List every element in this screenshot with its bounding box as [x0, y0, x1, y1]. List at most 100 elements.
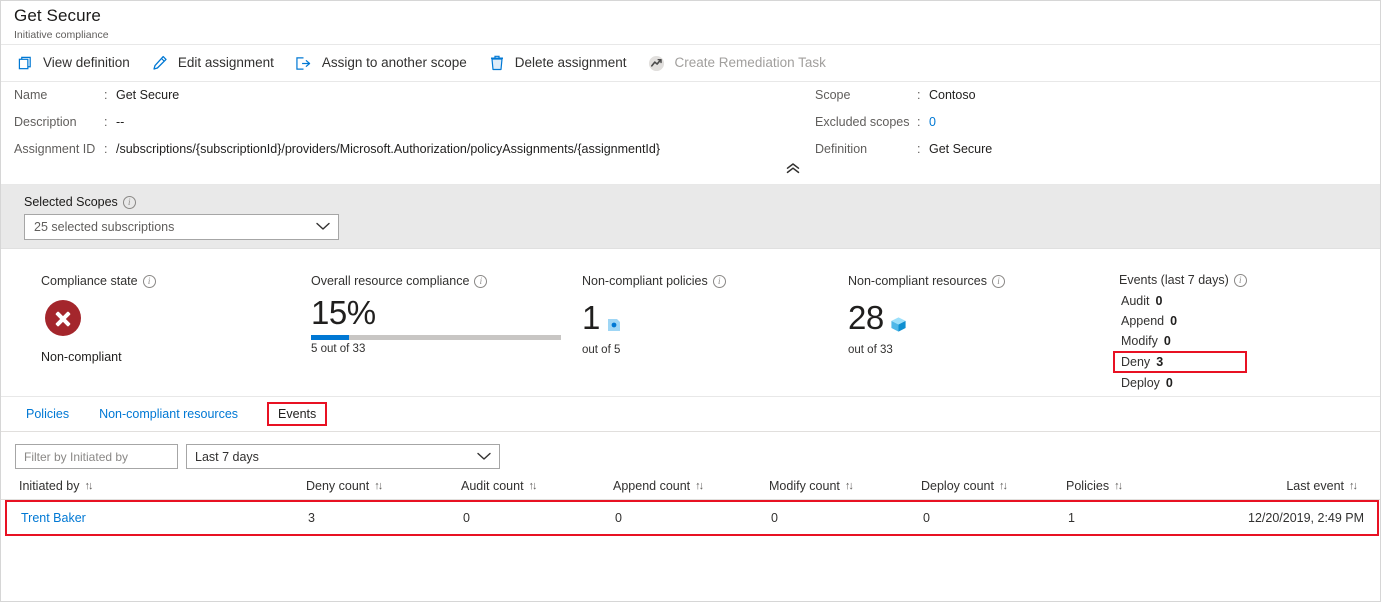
- event-line-append: Append 0: [1119, 311, 1247, 331]
- resource-cube-icon: [890, 303, 907, 341]
- time-range-value: Last 7 days: [195, 450, 259, 464]
- info-icon[interactable]: i: [474, 275, 487, 288]
- column-label: Policies: [1066, 479, 1109, 493]
- overall-compliance-title: Overall resource compliance: [311, 274, 469, 288]
- events-table: Initiated by ↑↓ Deny count ↑↓ Audit coun…: [1, 472, 1380, 536]
- event-count: 3: [1156, 352, 1163, 372]
- property-value: Get Secure: [116, 88, 179, 102]
- selected-scopes-dropdown[interactable]: 25 selected subscriptions: [24, 214, 339, 240]
- create-remediation-task-button[interactable]: Create Remediation Task: [645, 48, 836, 78]
- info-icon[interactable]: i: [713, 275, 726, 288]
- cell-initiated-by[interactable]: Trent Baker: [21, 511, 308, 525]
- tab-policies[interactable]: Policies: [19, 404, 76, 424]
- event-count: 0: [1166, 373, 1173, 393]
- command-bar: View definition Edit assignment Assign t…: [1, 45, 1380, 82]
- property-value: /subscriptions/{subscriptionId}/provider…: [116, 142, 660, 156]
- metrics-row: Compliance state i Non-compliant Overall…: [1, 249, 1380, 397]
- event-count: 0: [1156, 291, 1163, 311]
- column-header-append-count[interactable]: Append count ↑↓: [613, 479, 769, 493]
- event-count: 0: [1170, 311, 1177, 331]
- properties-left-column: Name : Get Secure Description : -- Assig…: [14, 88, 660, 169]
- sort-updown-icon: ↑↓: [1349, 480, 1356, 492]
- info-icon[interactable]: i: [992, 275, 1005, 288]
- property-row-description: Description : --: [14, 115, 660, 142]
- property-separator: :: [104, 115, 116, 129]
- info-icon[interactable]: i: [1234, 274, 1247, 287]
- cell-deny-count: 3: [308, 511, 463, 525]
- event-label: Deny: [1121, 352, 1150, 372]
- column-header-modify-count[interactable]: Modify count ↑↓: [769, 479, 921, 493]
- initiated-by-filter-input[interactable]: [15, 444, 178, 469]
- non-compliant-policies-title: Non-compliant policies: [582, 274, 708, 288]
- assign-scope-icon: [294, 54, 314, 72]
- edit-assignment-label: Edit assignment: [178, 54, 274, 72]
- metric-events: Events (last 7 days) i Audit 0 Append 0 …: [1119, 273, 1247, 393]
- selected-scopes-section: Selected Scopes i 25 selected subscripti…: [1, 185, 1380, 249]
- info-icon[interactable]: i: [123, 196, 136, 209]
- metric-title-row: Compliance state i: [41, 274, 156, 288]
- info-icon[interactable]: i: [143, 275, 156, 288]
- property-key: Name: [14, 88, 104, 102]
- property-separator: :: [104, 142, 116, 156]
- event-count: 0: [1164, 331, 1171, 351]
- event-line-audit: Audit 0: [1119, 291, 1247, 311]
- cell-audit-count: 0: [463, 511, 615, 525]
- column-label: Deny count: [306, 479, 369, 493]
- pencil-icon: [150, 54, 170, 72]
- time-range-select[interactable]: Last 7 days: [186, 444, 500, 469]
- non-compliant-resources-value: 28: [848, 299, 884, 337]
- excluded-scopes-link[interactable]: 0: [929, 115, 936, 129]
- event-label: Append: [1121, 311, 1164, 331]
- non-compliant-resources-title: Non-compliant resources: [848, 274, 987, 288]
- column-header-policies[interactable]: Policies ↑↓: [1066, 479, 1246, 493]
- tab-events[interactable]: Events: [267, 402, 327, 426]
- delete-assignment-button[interactable]: Delete assignment: [485, 48, 637, 78]
- property-separator: :: [917, 142, 929, 156]
- page-subtitle: Initiative compliance: [14, 28, 1380, 42]
- properties-right-column: Scope : Contoso Excluded scopes : 0 Defi…: [815, 88, 992, 169]
- overall-compliance-progress-bar: [311, 335, 561, 340]
- metric-non-compliant-policies: Non-compliant policies i 1 out of 5: [582, 274, 726, 356]
- tab-non-compliant-resources[interactable]: Non-compliant resources: [92, 404, 245, 424]
- event-line-deploy: Deploy 0: [1119, 373, 1247, 393]
- chevron-double-up-icon[interactable]: [777, 158, 809, 178]
- property-value: --: [116, 115, 124, 129]
- column-header-deny-count[interactable]: Deny count ↑↓: [306, 479, 461, 493]
- events-title: Events (last 7 days): [1119, 273, 1229, 287]
- cell-policies: 1: [1068, 511, 1248, 525]
- compliance-state-value: Non-compliant: [41, 350, 156, 364]
- non-compliant-policies-value: 1: [582, 299, 600, 337]
- tab-bar: Policies Non-compliant resources Events: [1, 397, 1380, 432]
- event-line-modify: Modify 0: [1119, 331, 1247, 351]
- column-header-initiated-by[interactable]: Initiated by ↑↓: [19, 479, 306, 493]
- property-key: Assignment ID: [14, 142, 104, 156]
- edit-assignment-button[interactable]: Edit assignment: [148, 48, 284, 78]
- property-row-definition: Definition : Get Secure: [815, 142, 992, 169]
- table-row[interactable]: Trent Baker 3 0 0 0 0 1 12/20/2019, 2:49…: [5, 500, 1379, 536]
- sort-updown-icon: ↑↓: [84, 480, 91, 492]
- assign-to-another-scope-label: Assign to another scope: [322, 54, 467, 72]
- non-compliant-resources-note: out of 33: [848, 344, 1005, 356]
- column-header-deploy-count[interactable]: Deploy count ↑↓: [921, 479, 1066, 493]
- metric-compliance-state: Compliance state i Non-compliant: [41, 274, 156, 364]
- column-label: Append count: [613, 479, 690, 493]
- property-row-name: Name : Get Secure: [14, 88, 660, 115]
- selected-scopes-dropdown-value: 25 selected subscriptions: [34, 220, 174, 234]
- assign-to-another-scope-button[interactable]: Assign to another scope: [292, 48, 477, 78]
- cell-append-count: 0: [615, 511, 771, 525]
- compliance-state-title: Compliance state: [41, 274, 138, 288]
- assignment-properties: Name : Get Secure Description : -- Assig…: [1, 82, 1380, 185]
- chevron-down-icon: [477, 450, 491, 464]
- delete-assignment-label: Delete assignment: [515, 54, 627, 72]
- event-label: Deploy: [1121, 373, 1160, 393]
- filter-bar: Last 7 days: [1, 432, 1380, 472]
- property-key: Excluded scopes: [815, 115, 917, 129]
- cell-modify-count: 0: [771, 511, 923, 525]
- non-compliant-policies-note: out of 5: [582, 344, 726, 356]
- view-definition-button[interactable]: View definition: [13, 48, 140, 78]
- chevron-down-icon: [316, 220, 330, 234]
- event-line-deny: Deny 3: [1113, 351, 1247, 373]
- property-value: Contoso: [929, 88, 976, 102]
- column-header-last-event[interactable]: Last event ↑↓: [1246, 479, 1356, 493]
- column-header-audit-count[interactable]: Audit count ↑↓: [461, 479, 613, 493]
